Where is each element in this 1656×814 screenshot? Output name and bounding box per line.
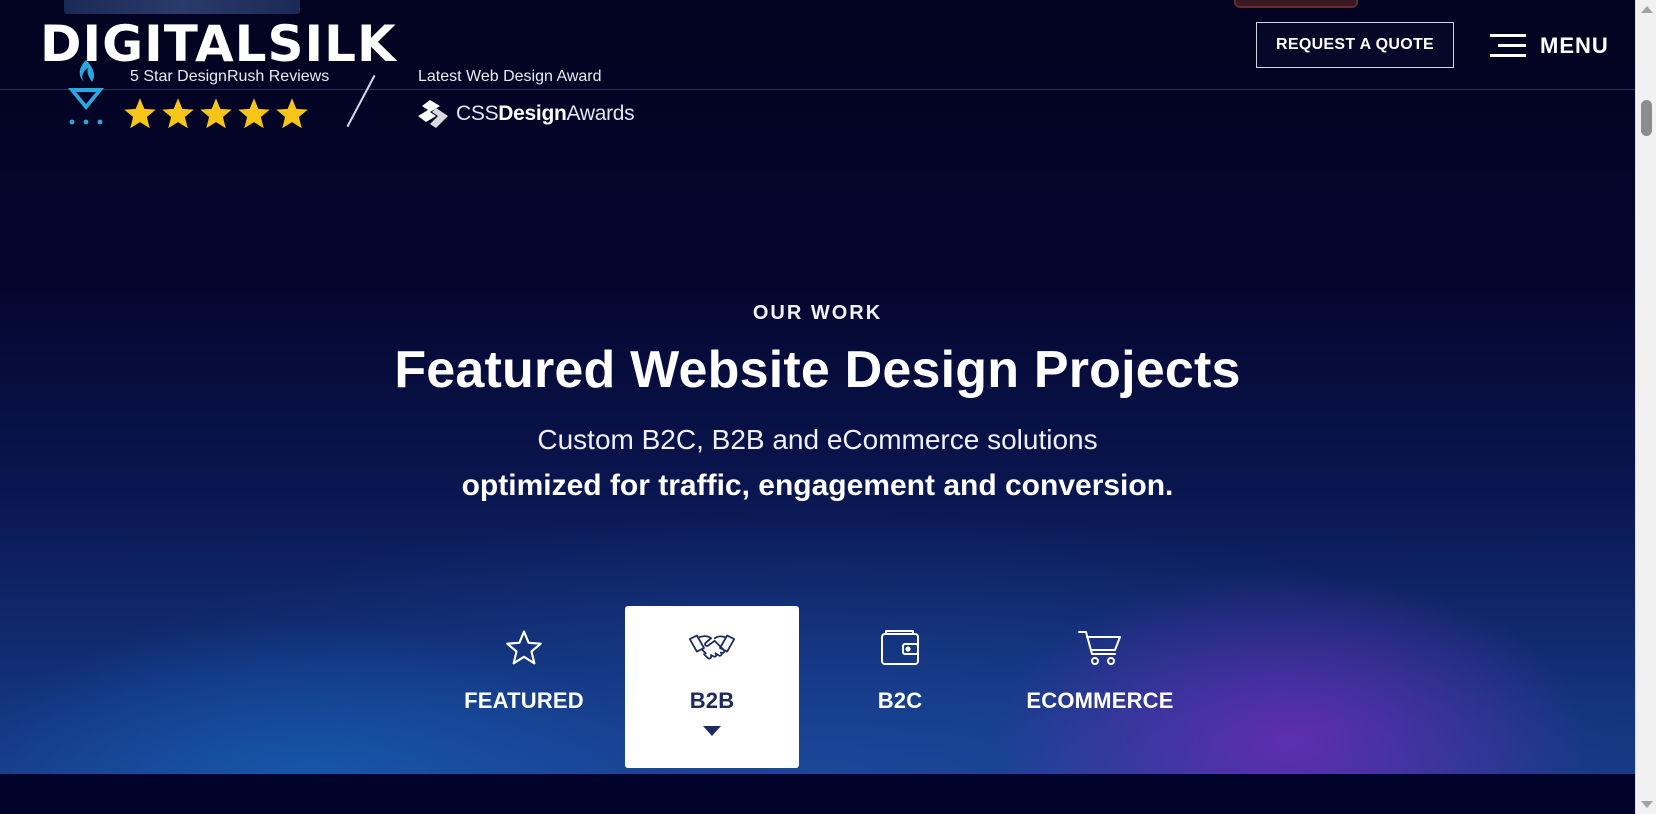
header-divider — [0, 89, 1635, 90]
scroll-up-arrow-icon[interactable] — [1641, 6, 1653, 13]
page-title: Featured Website Design Projects — [394, 341, 1241, 399]
page-viewport: DIGITALSILK REQUEST A QUOTE MENU 5 Star … — [0, 0, 1635, 814]
handshake-icon — [688, 626, 736, 670]
hero-subtitle-bold: optimized for traffic, engagement and co… — [461, 469, 1174, 502]
star-outline-icon — [500, 626, 548, 670]
hero-subtitle: Custom B2C, B2B and eCommerce solutions — [537, 424, 1098, 455]
designrush-award-title: 5 Star DesignRush Reviews — [130, 68, 330, 85]
wallet-icon — [876, 626, 924, 670]
page-scrollbar[interactable] — [1635, 0, 1656, 814]
section-bottom-band — [0, 774, 1635, 814]
project-thumbnail-edge — [1234, 0, 1358, 8]
menu-label: MENU — [1540, 33, 1609, 58]
cssdesignawards-wordmark: CSSDesignAwards — [456, 102, 635, 125]
tab-label: FEATURED — [464, 688, 584, 713]
star-icon — [238, 98, 270, 129]
award-divider — [346, 74, 376, 128]
cssdesignawards-logo[interactable]: CSSDesignAwards — [416, 98, 635, 130]
section-eyebrow: OUR WORK — [752, 302, 883, 324]
request-quote-button[interactable]: REQUEST A QUOTE — [1256, 22, 1454, 68]
hamburger-icon — [1490, 31, 1526, 61]
menu-button[interactable]: MENU — [1490, 28, 1609, 64]
project-thumbnail-edge — [64, 0, 300, 14]
cart-icon — [1076, 626, 1124, 670]
tab-label: B2B — [689, 688, 735, 713]
designrush-icon — [68, 60, 104, 125]
css-award-title: Latest Web Design Award — [418, 68, 602, 85]
tab-label: ECOMMERCE — [1026, 688, 1174, 713]
tab-featured[interactable]: FEATURED — [437, 606, 611, 768]
chevron-down-icon — [703, 726, 721, 736]
scrollbar-thumb[interactable] — [1641, 100, 1652, 136]
star-icon — [200, 98, 232, 129]
star-rating — [122, 96, 310, 132]
star-icon — [276, 98, 308, 129]
tab-b2c[interactable]: B2C — [813, 606, 987, 768]
star-icon — [162, 98, 194, 129]
cssdesignawards-icon — [418, 100, 448, 128]
star-icon — [124, 98, 156, 129]
tab-b2b[interactable]: B2B — [625, 606, 799, 768]
scroll-down-arrow-icon[interactable] — [1641, 801, 1653, 808]
tab-label: B2C — [877, 688, 923, 713]
tab-ecommerce[interactable]: ECOMMERCE — [1013, 606, 1187, 768]
